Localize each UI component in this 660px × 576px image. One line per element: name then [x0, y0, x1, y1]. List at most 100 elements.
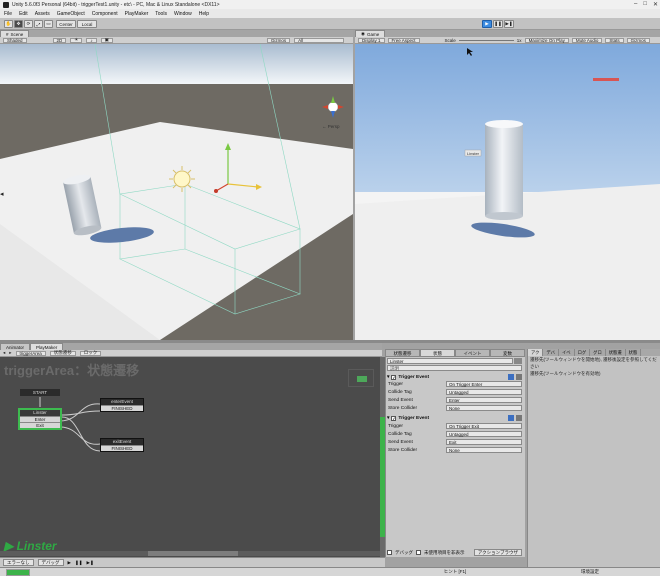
send-event-dropdown[interactable]: Enter	[446, 397, 522, 403]
action-header-1[interactable]: ▾ ✓ Trigger Event	[387, 374, 521, 381]
help-icon[interactable]	[508, 415, 514, 421]
effects-toggle[interactable]: ▣	[100, 37, 113, 43]
play-button[interactable]: ▶	[482, 20, 492, 28]
pause-icon[interactable]: ❚❚	[75, 560, 83, 566]
fsm-owner-dropdown[interactable]: triggerArea	[15, 350, 46, 356]
maximize-icon[interactable]: □	[643, 1, 647, 8]
menu-help[interactable]: Help	[199, 11, 209, 17]
tab-game[interactable]: ◉ Game	[355, 30, 386, 37]
error-check-button[interactable]: エラーなし	[3, 559, 34, 566]
tab-fsm-browser[interactable]: 状態遷	[606, 349, 626, 356]
action-header-2[interactable]: ▾ ✓ Trigger Event	[387, 415, 521, 422]
tab-debug[interactable]: デバ	[543, 349, 559, 356]
action-enabled-checkbox[interactable]: ✓	[391, 416, 397, 421]
rect-tool-button[interactable]: ▭	[44, 20, 53, 28]
tab-state[interactable]: 状態	[420, 349, 455, 357]
state-node-exit-event[interactable]: exitEvent FINISHED	[100, 438, 144, 452]
scrollbar-thumb[interactable]	[148, 551, 238, 556]
mode-2d-toggle[interactable]: 2D	[52, 37, 67, 43]
scale-slider[interactable]	[458, 39, 514, 41]
scene-search-field[interactable]: All	[294, 37, 345, 43]
fsm-select-dropdown[interactable]: 状態遷移	[49, 350, 76, 356]
debug-dropdown[interactable]: デバッグ	[37, 559, 64, 566]
foldout-icon[interactable]: ▾	[387, 416, 389, 421]
hide-unused-checkbox[interactable]	[416, 550, 421, 555]
playmaker-status-indicator	[6, 568, 30, 576]
menu-edit[interactable]: Edit	[19, 11, 28, 17]
game-view[interactable]: Linster	[355, 44, 660, 340]
help-icon[interactable]	[508, 374, 514, 380]
state-event-finished[interactable]: FINISHED	[101, 405, 143, 411]
scene-view[interactable]: ← Persp ◂	[0, 44, 353, 340]
aspect-dropdown[interactable]: Free Aspect	[387, 37, 420, 43]
tab-animator[interactable]: Animator	[0, 343, 31, 350]
menu-assets[interactable]: Assets	[35, 11, 50, 17]
pivot-local-button[interactable]: Local	[77, 20, 97, 28]
lighting-toggle[interactable]: ☀	[70, 37, 83, 43]
state-event-exit[interactable]: Exit	[20, 422, 60, 428]
tab-events[interactable]: イベ	[559, 349, 575, 356]
state-node-enter-event[interactable]: enterEvent FINISHED	[100, 398, 144, 412]
pivot-center-button[interactable]: Center	[56, 20, 76, 28]
play-icon[interactable]: ▶	[68, 560, 71, 566]
send-event-dropdown[interactable]: Exit	[446, 439, 522, 445]
collide-tag-dropdown[interactable]: Untagged	[446, 431, 522, 437]
tab-events[interactable]: イベント	[455, 349, 490, 357]
action-browser-button[interactable]: アクションブラウザ	[473, 549, 522, 556]
close-icon[interactable]: ✕	[653, 1, 658, 8]
forward-icon[interactable]: ▸	[9, 350, 11, 356]
pause-button[interactable]: ❚❚	[493, 20, 503, 28]
store-collider-dropdown[interactable]: None	[446, 405, 522, 411]
preferences-button[interactable]: 環境設定	[540, 569, 640, 575]
mute-audio-toggle[interactable]: Mute Audio	[571, 37, 603, 43]
speaker-icon: ♪	[90, 37, 93, 43]
scale-tool-button[interactable]: ⤢	[34, 20, 43, 28]
settings-icon[interactable]	[514, 358, 522, 364]
move-tool-button[interactable]: ✥	[14, 20, 23, 28]
foldout-icon[interactable]: ▾	[387, 375, 389, 380]
trigger-dropdown[interactable]: On Trigger Enter	[446, 381, 522, 387]
menu-component[interactable]: Component	[92, 11, 118, 17]
hand-tool-button[interactable]: ✋	[4, 20, 13, 28]
menu-window[interactable]: Window	[174, 11, 192, 17]
audio-toggle[interactable]: ♪	[86, 37, 97, 43]
tab-playmaker[interactable]: PlayMaker	[30, 343, 64, 350]
lock-button[interactable]: ロック	[79, 350, 102, 356]
tab-actions[interactable]: アク	[528, 349, 544, 356]
action-enabled-checkbox[interactable]: ✓	[391, 375, 397, 380]
menu-tools[interactable]: Tools	[155, 11, 167, 17]
tab-state-browser[interactable]: 状態	[626, 349, 642, 356]
rotate-tool-button[interactable]: ⟳	[24, 20, 33, 28]
collide-tag-dropdown[interactable]: Untagged	[446, 389, 522, 395]
state-node-linster[interactable]: Linster Enter Exit	[18, 408, 62, 430]
state-event-finished[interactable]: FINISHED	[101, 445, 143, 451]
store-collider-dropdown[interactable]: None	[446, 447, 522, 453]
display-dropdown[interactable]: Display 1	[358, 37, 385, 43]
tab-variables[interactable]: 変数	[490, 349, 525, 357]
step-button[interactable]: ▶❚	[504, 20, 514, 28]
stats-toggle[interactable]: Stats	[605, 37, 624, 43]
state-name-field[interactable]: Linster	[387, 358, 513, 364]
shading-dropdown[interactable]: Shaded	[3, 37, 27, 43]
tab-fsm[interactable]: 状態遷移	[385, 349, 420, 357]
graph-horizontal-scrollbar[interactable]	[0, 551, 382, 556]
maximize-on-play-toggle[interactable]: Maximize On Play	[524, 37, 569, 43]
minimize-icon[interactable]: –	[634, 1, 637, 8]
trigger-dropdown[interactable]: On Trigger Exit	[446, 423, 522, 429]
hint-button[interactable]: ヒント [F1]	[385, 569, 525, 575]
gear-icon[interactable]	[516, 415, 522, 421]
back-icon[interactable]: ◂	[3, 350, 5, 356]
menu-gameobject[interactable]: GameObject	[57, 11, 85, 17]
scene-gizmos-dropdown[interactable]: Gizmos	[266, 37, 291, 43]
menu-file[interactable]: File	[4, 11, 12, 17]
game-gizmos-dropdown[interactable]: Gizmos	[626, 37, 650, 43]
tab-globals[interactable]: グロ	[590, 349, 606, 356]
state-description-field[interactable]: 説明	[387, 365, 522, 371]
playmaker-graph-canvas[interactable]: triggerArea：状態遷移 START Linster Enter Exi…	[0, 357, 382, 557]
step-icon[interactable]: ▶❚	[87, 560, 94, 566]
debug-checkbox[interactable]	[387, 550, 392, 555]
tab-log[interactable]: ログ	[575, 349, 591, 356]
tab-scene[interactable]: # Scene	[0, 30, 30, 37]
menu-playmaker[interactable]: PlayMaker	[125, 11, 149, 17]
gear-icon[interactable]	[516, 374, 522, 380]
